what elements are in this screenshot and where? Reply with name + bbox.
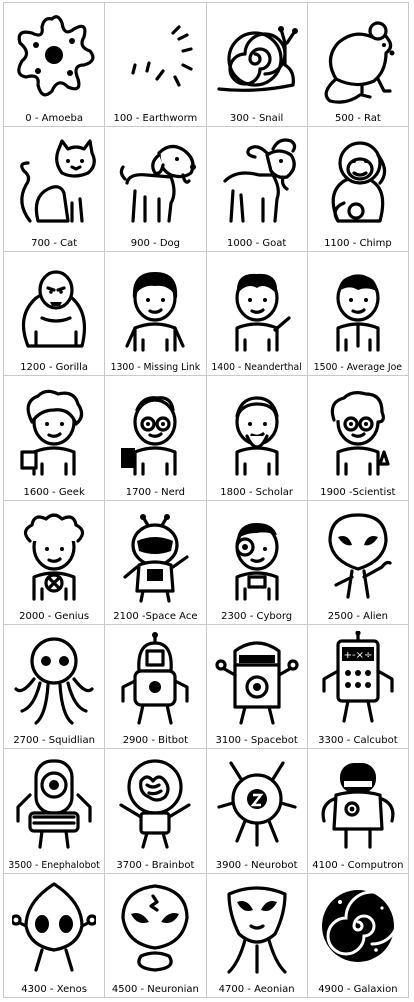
creature-cell: 3900 - Neurobot: [206, 749, 308, 874]
creature-cell: 1300 - Missing Link: [105, 251, 207, 377]
creature-cell: 1000 - Goat: [206, 127, 308, 252]
creature-cell: 3700 - Brainbot: [105, 749, 207, 874]
alien-icon: [328, 512, 392, 599]
creature-label: 1400 - Neanderthal: [211, 362, 302, 374]
creature-label: 3500 - Enephalobot: [8, 859, 100, 871]
creature-label: 4100 - Computron: [312, 859, 404, 871]
creature-cell: 2100 -Space Ace: [105, 500, 207, 625]
creature-cell: 4100 - Computron: [307, 749, 409, 874]
creature-cell: 2000 - Genius: [4, 500, 106, 625]
creature-cell: 900 - Dog: [105, 127, 207, 252]
rat-icon: [324, 21, 395, 104]
creature-cell: 2700 - Squidlian: [4, 624, 106, 750]
calcubot-screen: +-×÷: [344, 650, 373, 661]
creature-label: 1100 - Chimp: [324, 237, 392, 249]
creature-label: 0 - Amoeba: [25, 113, 83, 125]
creature-label: 3100 - Spacebot: [215, 735, 298, 747]
creature-label: 2300 - Cyborg: [221, 610, 293, 622]
creature-cell: 1700 - Nerd: [105, 376, 207, 501]
creature-cell: 1200 - Gorilla: [4, 251, 106, 377]
brainbot-icon: [119, 759, 191, 849]
cyborg-icon: [235, 522, 279, 601]
neurobot-icon: [217, 761, 297, 847]
creature-cell: 0 - Amoeba: [4, 3, 106, 128]
spacebot-icon: [215, 641, 299, 725]
creature-label: 2900 - Bitbot: [122, 735, 189, 747]
snail-icon: [217, 26, 298, 92]
creature-label: 4700 - Aeonian: [218, 984, 295, 995]
amoeba-icon: [17, 15, 95, 97]
creature-cell: 300 - Snail: [206, 3, 308, 128]
creature-cell: 1500 - Average Joe: [307, 251, 409, 377]
space-ace-icon: [123, 513, 189, 603]
creature-label: 2100 -Space Ace: [113, 610, 198, 622]
creature-label: 2000 - Genius: [19, 610, 90, 622]
creature-label: 500 - Rat: [334, 113, 381, 125]
cat-icon: [20, 139, 96, 223]
creature-label: 1600 - Geek: [23, 486, 85, 498]
nerd-icon: [121, 396, 177, 476]
creature-cell: 4300 - Xenos: [4, 873, 106, 998]
enephalobot-icon: [16, 759, 92, 849]
galaxion-icon: [321, 889, 400, 962]
scientist-icon: [330, 391, 390, 476]
creature-label: 3300 - Calcubot: [318, 735, 398, 747]
creature-label: 4500 - Neuronian: [111, 984, 199, 995]
creature-label: 3900 - Neurobot: [215, 859, 298, 871]
creature-label: 3700 - Brainbot: [116, 859, 195, 871]
neanderthal-icon: [235, 273, 291, 352]
creature-label: 1800 - Scholar: [220, 486, 293, 498]
neuronian-icon: [121, 884, 189, 972]
creature-label: 4300 - Xenos: [21, 984, 87, 995]
creature-cell: 3100 - Spacebot: [206, 624, 308, 750]
genius-icon: [24, 512, 85, 601]
creature-cell: 1800 - Scholar: [206, 376, 308, 501]
creature-cell: 1400 - Neanderthal: [206, 251, 308, 377]
creature-label: 1900 -Scientist: [320, 486, 396, 498]
creature-cell: 1900 -Scientist: [307, 376, 409, 501]
goat-icon: [223, 138, 296, 223]
creature-cell: 4900 - Galaxion: [307, 873, 409, 998]
creature-label: 1300 - Missing Link: [110, 362, 201, 374]
creature-label: 2500 - Alien: [327, 610, 389, 622]
creature-cell: 1600 - Geek: [4, 376, 106, 501]
creature-cell: 1100 - Chimp: [307, 127, 409, 252]
creature-label: 2700 - Squidlian: [13, 735, 95, 747]
aeonian-icon: [227, 886, 287, 974]
creature-label: 300 - Snail: [229, 113, 284, 125]
creature-label: 1000 - Goat: [226, 237, 287, 249]
squidlian-icon: [14, 637, 94, 725]
calcubot-icon: +-×÷: [322, 630, 394, 723]
computron-icon: [321, 763, 395, 849]
missing-link-icon: [125, 271, 185, 352]
bitbot-icon: [121, 631, 189, 725]
creature-cell: 2500 - Alien: [307, 500, 409, 625]
creature-cell: 3500 - Enephalobot: [4, 749, 106, 874]
creature-label: 100 - Earthworm: [113, 113, 198, 125]
creature-label: 1500 - Average Joe: [313, 362, 402, 374]
creature-label: 700 - Cat: [31, 237, 78, 249]
evolution-grid: 0 - Amoeba 100 - Earthworm 300 - Snail 5…: [3, 2, 409, 998]
dog-icon: [120, 145, 197, 223]
earthworm-icon: [115, 23, 193, 91]
creature-label: 1700 - Nerd: [125, 486, 186, 498]
creature-cell: 4700 - Aeonian: [206, 873, 308, 998]
creature-label: 1200 - Gorilla: [20, 362, 89, 374]
chimp-icon: [331, 141, 386, 223]
creature-cell: 4500 - Neuronian: [105, 873, 207, 998]
creature-cell: 700 - Cat: [4, 127, 106, 252]
creature-cell: 2900 - Bitbot: [105, 624, 207, 750]
average-joe-icon: [336, 274, 380, 352]
gorilla-icon: [22, 270, 87, 348]
creature-cell: 100 - Earthworm: [105, 3, 207, 128]
creature-label: 4900 - Galaxion: [318, 984, 398, 995]
creature-cell: +-×÷ 3300 - Calcubot: [307, 624, 409, 750]
xenos-icon: [12, 882, 97, 972]
scholar-icon: [235, 396, 279, 476]
creature-cell: 500 - Rat: [307, 3, 409, 128]
creature-cell: 2300 - Cyborg: [206, 500, 308, 625]
creature-label: 900 - Dog: [130, 237, 180, 249]
geek-icon: [20, 389, 84, 476]
